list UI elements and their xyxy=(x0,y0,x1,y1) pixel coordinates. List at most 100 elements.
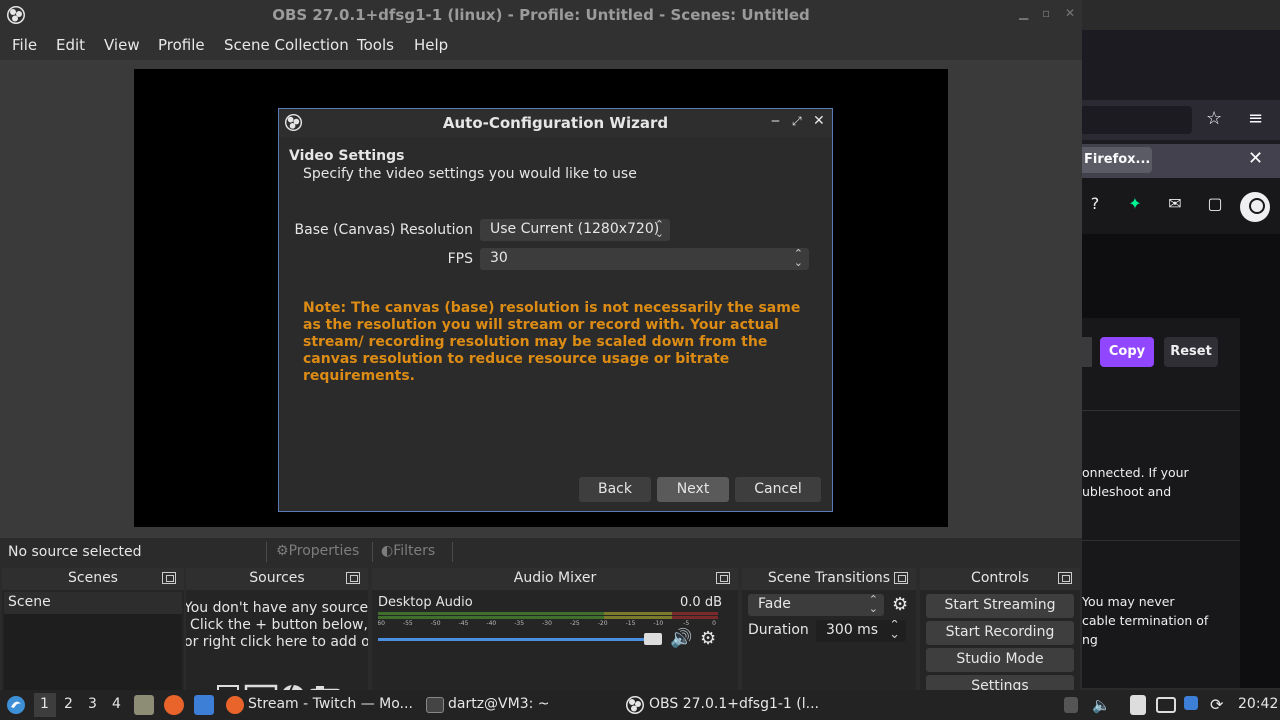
duration-spinbox[interactable]: 300 ms ⌃ ⌄ xyxy=(816,620,906,642)
task-terminal[interactable]: dartz@VM3: ~ xyxy=(448,696,550,712)
scenes-dock: Scenes Scene xyxy=(2,568,184,690)
tray-arrow-icon[interactable] xyxy=(1064,697,1078,713)
meter-tick-label: -15 xyxy=(626,620,636,626)
divider xyxy=(1082,410,1240,411)
menu-bar: File Edit View Profile Scene Collection … xyxy=(0,30,1082,60)
minimize-icon[interactable]: ‒ xyxy=(771,113,780,129)
settings-button[interactable]: Settings xyxy=(926,675,1074,690)
start-menu-icon[interactable] xyxy=(6,695,26,715)
minimize-icon[interactable]: ▁ xyxy=(1019,6,1028,20)
divider xyxy=(266,542,267,562)
undock-icon[interactable] xyxy=(162,572,176,584)
updown-arrow-icon: ⌃ ⌄ xyxy=(889,620,900,642)
firefox-window: ☆ ≡ Firefox... ✕ ? ✦ ✉ ▢ Copy Reset onne… xyxy=(1082,30,1280,688)
task-firefox[interactable]: Stream - Twitch — Mo... xyxy=(248,696,413,712)
close-icon[interactable]: ✕ xyxy=(1065,6,1075,20)
workspace-1[interactable]: 1 xyxy=(40,696,49,712)
taskbar: 1 2 3 4 Stream - Twitch — Mo... dartz@VM… xyxy=(0,690,1280,720)
transition-select[interactable]: Fade ⌃ ⌄ xyxy=(748,594,884,616)
volume-meter: -60-55-50-45-40-35-30-25-20-15-10-50 xyxy=(378,612,718,626)
desktop-icon[interactable] xyxy=(194,695,214,715)
sparkle-icon[interactable]: ✦ xyxy=(1124,194,1146,216)
menu-file[interactable]: File xyxy=(12,36,37,54)
meter-tick-label: -45 xyxy=(459,620,469,626)
properties-button[interactable]: ⚙Properties xyxy=(276,543,359,559)
meter-tick-label: -20 xyxy=(598,620,608,626)
gear-icon[interactable]: ⚙ xyxy=(892,594,908,615)
volume-slider-handle[interactable] xyxy=(644,633,662,645)
firefox-tab-label[interactable]: Firefox... xyxy=(1082,147,1152,173)
hamburger-menu-icon[interactable]: ≡ xyxy=(1248,108,1263,129)
menu-tools[interactable]: Tools xyxy=(357,36,394,54)
sources-dock: Sources You don't have any sources. Clic… xyxy=(186,568,368,690)
close-icon[interactable]: ✕ xyxy=(813,113,825,129)
workspace-2[interactable]: 2 xyxy=(64,696,73,712)
display-icon[interactable] xyxy=(1156,697,1176,713)
scene-item[interactable]: Scene xyxy=(4,592,182,614)
undock-icon[interactable] xyxy=(1058,572,1072,584)
clipboard-icon[interactable] xyxy=(1130,695,1146,715)
gear-icon[interactable]: ⚙ xyxy=(700,628,716,649)
fps-select[interactable]: 30 ⌃ ⌄ xyxy=(480,248,809,270)
undock-icon[interactable] xyxy=(716,572,730,584)
window-title: OBS 27.0.1+dfsg1-1 (linux) - Profile: Un… xyxy=(272,6,810,24)
updown-arrow-icon: ⌃ ⌄ xyxy=(654,219,664,240)
terminal-icon xyxy=(426,697,444,713)
speaker-icon[interactable]: 🔊 xyxy=(670,628,692,649)
inbox-icon[interactable]: ✉ xyxy=(1164,194,1186,216)
workspace-4[interactable]: 4 xyxy=(112,696,121,712)
menu-scene-collection[interactable]: Scene Collection xyxy=(224,36,349,54)
stream-key-field[interactable] xyxy=(1082,337,1092,367)
auto-config-wizard-dialog: Auto-Configuration Wizard ‒ ⤢ ✕ Video Se… xyxy=(278,108,833,512)
volume-icon[interactable]: 🔈 xyxy=(1092,696,1111,714)
audio-mixer-dock: Audio Mixer Desktop Audio 0.0 dB -60 -55 -… xyxy=(372,568,738,690)
task-obs[interactable]: OBS 27.0.1+dfsg1-1 (l... xyxy=(649,696,819,712)
dock-title: Scenes xyxy=(2,568,184,590)
undock-icon[interactable] xyxy=(894,572,908,584)
network-icon[interactable]: ⟳ xyxy=(1210,695,1223,714)
volume-slider[interactable] xyxy=(378,638,658,641)
undock-icon[interactable] xyxy=(346,572,360,584)
next-button[interactable]: Next xyxy=(657,477,729,502)
menu-view[interactable]: View xyxy=(104,36,140,54)
maximize-icon[interactable]: ⤢ xyxy=(792,114,802,129)
dialog-titlebar: Auto-Configuration Wizard ‒ ⤢ ✕ xyxy=(279,109,832,137)
user-avatar[interactable] xyxy=(1240,192,1270,222)
start-streaming-button[interactable]: Start Streaming xyxy=(926,594,1074,618)
menu-help[interactable]: Help xyxy=(414,36,448,54)
dialog-title: Auto-Configuration Wizard xyxy=(442,114,669,132)
start-recording-button[interactable]: Start Recording xyxy=(926,621,1074,645)
back-button[interactable]: Back xyxy=(579,477,651,502)
file-manager-icon[interactable] xyxy=(134,695,154,715)
studio-mode-button[interactable]: Studio Mode xyxy=(926,648,1074,672)
scene-list[interactable]: Scene xyxy=(4,592,182,690)
reset-button[interactable]: Reset xyxy=(1164,337,1218,367)
resolution-select[interactable]: Use Current (1280x720) ⌃ ⌄ xyxy=(480,219,670,241)
cancel-button[interactable]: Cancel xyxy=(735,477,821,502)
dock-title: Scene Transitions xyxy=(742,568,916,590)
firefox-notification-bar: Firefox... ✕ xyxy=(1082,144,1280,178)
filters-button[interactable]: ◐Filters xyxy=(381,543,435,559)
scene-transitions-dock: Scene Transitions Fade ⌃ ⌄ ⚙ Duration 300 … xyxy=(742,568,916,690)
workspace-3[interactable]: 3 xyxy=(88,696,97,712)
updown-arrow-icon: ⌃ ⌄ xyxy=(868,594,878,615)
menu-profile[interactable]: Profile xyxy=(158,36,205,54)
menu-edit[interactable]: Edit xyxy=(56,36,85,54)
meter-tick-label: -10 xyxy=(653,620,663,626)
help-icon[interactable]: ? xyxy=(1084,194,1106,216)
divider xyxy=(1082,540,1240,541)
copy-button[interactable]: Copy xyxy=(1100,337,1154,367)
firefox-url-bar[interactable] xyxy=(1082,106,1192,134)
close-icon[interactable]: ✕ xyxy=(1248,148,1263,169)
meter-tick-label: -5 xyxy=(683,620,689,626)
meter-tick-label: -55 xyxy=(403,620,413,626)
maximize-icon[interactable]: ▫ xyxy=(1042,6,1050,20)
no-source-label: No source selected xyxy=(8,544,142,560)
whispers-icon[interactable]: ▢ xyxy=(1204,194,1226,216)
update-icon[interactable] xyxy=(1184,696,1198,710)
bookmark-star-icon[interactable]: ☆ xyxy=(1206,108,1222,129)
firefox-icon[interactable] xyxy=(164,695,184,715)
fps-label: FPS xyxy=(447,251,473,267)
divider xyxy=(452,542,453,562)
source-list[interactable]: You don't have any sources. Click the + … xyxy=(186,592,368,690)
